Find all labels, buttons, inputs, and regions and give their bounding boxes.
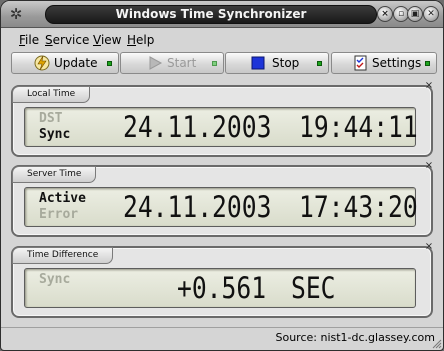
server-time: 17:43:20 bbox=[299, 190, 418, 224]
resize-grip-icon[interactable] bbox=[432, 339, 442, 349]
gear-icon[interactable]: ✲ bbox=[7, 5, 25, 23]
settings-led bbox=[425, 61, 430, 66]
server-time-panel: Server Time × Active Error 24.11.2003 17… bbox=[11, 161, 433, 237]
stop-square-icon bbox=[251, 56, 265, 70]
dst-indicator: DST bbox=[39, 111, 63, 126]
update-led bbox=[107, 61, 112, 66]
update-button[interactable]: Update bbox=[11, 52, 119, 74]
local-date: 24.11.2003 bbox=[123, 110, 272, 144]
time-difference-panel: Time Difference × Sync +0.561 SEC bbox=[11, 242, 433, 318]
active-indicator: Active bbox=[39, 191, 86, 206]
checklist-icon bbox=[354, 55, 367, 71]
toolbar: Update Start Stop Settings bbox=[7, 52, 437, 76]
time-difference-unit: SEC bbox=[291, 271, 336, 305]
maximize-button[interactable]: ▣ bbox=[407, 6, 423, 22]
time-difference-title: Time Difference bbox=[12, 247, 114, 264]
time-difference-value: +0.561 bbox=[177, 271, 267, 305]
menu-file[interactable]: File bbox=[19, 33, 39, 47]
stop-label: Stop bbox=[272, 56, 300, 70]
sync-status-indicator: Sync bbox=[39, 272, 71, 287]
start-button[interactable]: Start bbox=[120, 52, 224, 74]
server-time-title: Server Time bbox=[12, 166, 97, 183]
app-window: ✲ Windows Time Synchronizer × ▫ ▣ ✕ File… bbox=[0, 0, 444, 351]
local-time-display: DST Sync 24.11.2003 19:44:11 bbox=[24, 107, 418, 147]
update-label: Update bbox=[54, 56, 98, 70]
menu-view[interactable]: View bbox=[93, 33, 121, 47]
stop-led bbox=[317, 61, 322, 66]
close-button[interactable]: ✕ bbox=[423, 6, 439, 22]
close-icon[interactable]: × bbox=[424, 242, 434, 252]
server-date: 24.11.2003 bbox=[123, 190, 272, 224]
minimize-icon[interactable]: × bbox=[377, 6, 393, 22]
local-time-panel: Local Time × DST Sync 24.11.2003 19:44:1… bbox=[11, 81, 433, 157]
lightning-clock-icon bbox=[34, 55, 50, 71]
window-title: Windows Time Synchronizer bbox=[45, 5, 377, 24]
menu-service[interactable]: Service bbox=[45, 33, 89, 47]
menu-help[interactable]: Help bbox=[127, 33, 154, 47]
close-icon[interactable]: × bbox=[424, 81, 434, 91]
error-indicator: Error bbox=[39, 207, 79, 222]
time-difference-display: Sync +0.561 SEC bbox=[24, 268, 416, 308]
menu-bar: File Service View Help bbox=[1, 31, 443, 49]
status-bar: Source: nist1-dc.glassey.com bbox=[1, 327, 443, 350]
local-time-title: Local Time bbox=[12, 86, 91, 103]
title-bar[interactable]: ✲ Windows Time Synchronizer × ▫ ▣ ✕ bbox=[1, 1, 443, 28]
close-icon[interactable]: × bbox=[424, 161, 434, 171]
settings-button[interactable]: Settings bbox=[331, 52, 437, 74]
settings-label: Settings bbox=[372, 56, 422, 70]
sync-indicator: Sync bbox=[39, 127, 71, 142]
start-led bbox=[212, 61, 217, 66]
local-time: 19:44:11 bbox=[299, 110, 418, 144]
play-icon bbox=[149, 56, 163, 70]
server-time-display: Active Error 24.11.2003 17:43:20 bbox=[24, 187, 418, 227]
stop-button[interactable]: Stop bbox=[225, 52, 329, 74]
source-server: Source: nist1-dc.glassey.com bbox=[275, 331, 436, 344]
start-label: Start bbox=[167, 56, 197, 70]
